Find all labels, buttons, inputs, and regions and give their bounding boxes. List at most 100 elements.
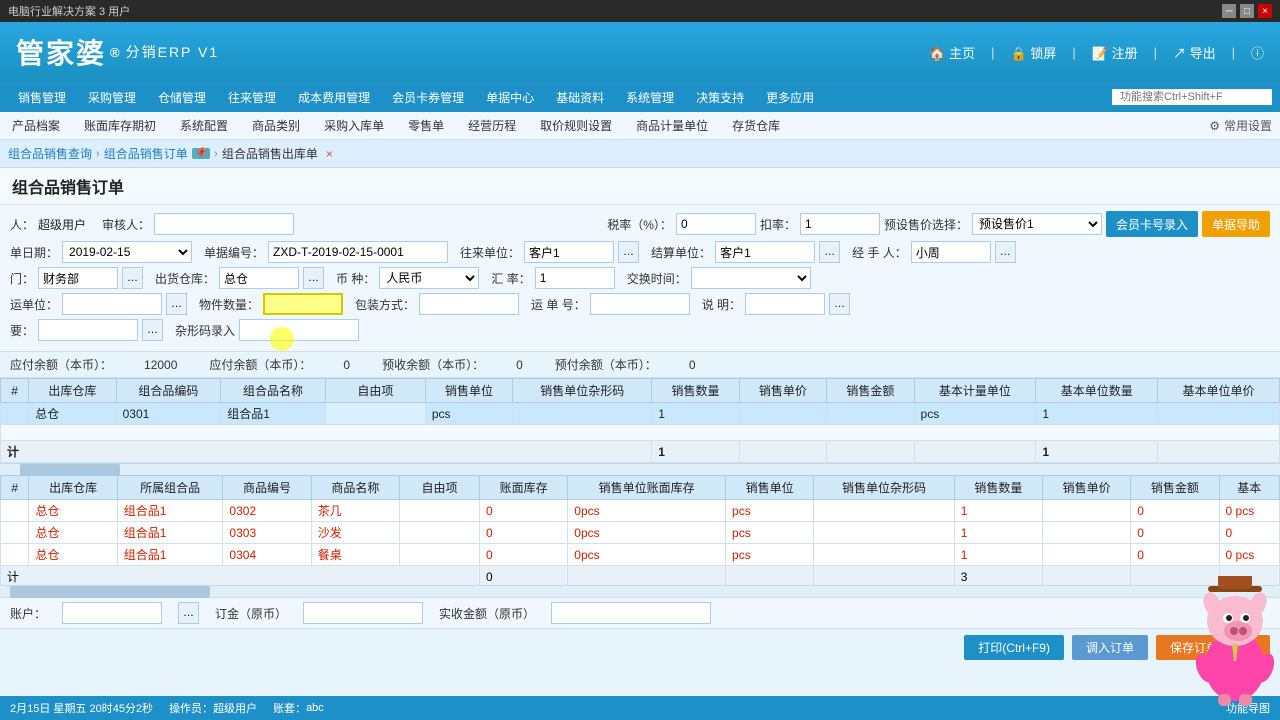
package-input[interactable] (419, 293, 519, 315)
table-row[interactable]: 总仓 0301 组合品1 pcs 1 pcs 1 (1, 403, 1280, 425)
nav-member[interactable]: 会员卡券管理 (382, 85, 474, 110)
nav-decision[interactable]: 决策支持 (686, 85, 754, 110)
reviewer-input[interactable] (154, 213, 294, 235)
nav-more[interactable]: 更多应用 (756, 85, 824, 110)
home-link[interactable]: 🏠 主页 (929, 43, 975, 62)
cell-qty: 1 (652, 403, 739, 425)
help-button[interactable]: 单据导助 (1202, 211, 1270, 237)
bottom-table-row[interactable]: 总仓 组合品1 0303 沙发 0 0pcs pcs 1 0 0 (1, 522, 1280, 544)
bcell-free (399, 544, 479, 566)
btotal-stock: 0 (479, 566, 567, 586)
bottom-table-row[interactable]: 总仓 组合品1 0304 餐桌 0 0pcs pcs 1 0 0 pcs (1, 544, 1280, 566)
nav-purchase[interactable]: 采购管理 (78, 85, 146, 110)
settle-dots-button[interactable]: … (819, 241, 840, 263)
required-input[interactable] (38, 319, 138, 341)
barcode-input[interactable] (239, 319, 359, 341)
actual-input[interactable] (551, 602, 711, 624)
subnav-history[interactable]: 经营历程 (464, 115, 520, 136)
quantity-input[interactable] (263, 293, 343, 315)
minimize-button[interactable]: ─ (1222, 4, 1236, 18)
account-dots-button[interactable]: … (178, 602, 199, 624)
export-link[interactable]: ↗ 导出 (1173, 43, 1216, 62)
subnav-unit[interactable]: 商品计量单位 (632, 115, 712, 136)
subnav-product[interactable]: 产品档案 (8, 115, 64, 136)
currency-select[interactable]: 人民币 (379, 267, 479, 289)
col-price: 销售单价 (739, 379, 826, 403)
rate-input[interactable] (535, 267, 615, 289)
bottom-scroll-thumb[interactable] (10, 586, 210, 598)
breadcrumb-current: 组合品销售出库单 (222, 145, 318, 162)
required-dots-button[interactable]: … (142, 319, 163, 341)
nav-warehouse[interactable]: 仓储管理 (148, 85, 216, 110)
discount-input[interactable] (800, 213, 880, 235)
breadcrumb-close[interactable]: × (326, 147, 333, 161)
tax-input[interactable] (676, 213, 756, 235)
bcell-combo: 组合品1 (117, 544, 223, 566)
settings-button[interactable]: ⚙ 常用设置 (1209, 117, 1272, 134)
nav-system[interactable]: 系统管理 (616, 85, 684, 110)
print-button[interactable]: 打印(Ctrl+F9) (964, 635, 1064, 660)
exchange-select[interactable] (691, 267, 811, 289)
breadcrumb-pin[interactable]: 📌 (192, 148, 210, 159)
bcell-no (1, 522, 29, 544)
settle-input[interactable] (715, 241, 815, 263)
nav-cost[interactable]: 成本费用管理 (288, 85, 380, 110)
dept-dots-button[interactable]: … (122, 267, 143, 289)
subnav-stock[interactable]: 账面库存期初 (80, 115, 160, 136)
status-right[interactable]: 功能导图 (1226, 700, 1270, 716)
transport-input[interactable] (62, 293, 162, 315)
info-link[interactable]: ⓘ (1251, 43, 1264, 62)
bcell-unit-stock: 0pcs (568, 500, 726, 522)
cell-unit: pcs (425, 403, 512, 425)
transport-dots-button[interactable]: … (166, 293, 187, 315)
warehouse-dots-button[interactable]: … (303, 267, 324, 289)
waybill-input[interactable] (590, 293, 690, 315)
order-input[interactable] (303, 602, 423, 624)
breadcrumb: 组合品销售查询 › 组合品销售订单 📌 › 组合品销售出库单 × (0, 140, 1280, 168)
subnav-inventory[interactable]: 存货仓库 (728, 115, 784, 136)
nav-relations[interactable]: 往来管理 (218, 85, 286, 110)
window-controls[interactable]: ─ □ × (1222, 4, 1272, 18)
import-button[interactable]: 调入订单 (1072, 635, 1148, 660)
bcell-unit: pcs (726, 500, 814, 522)
to-unit-input[interactable] (524, 241, 614, 263)
warehouse-input[interactable] (219, 267, 299, 289)
lock-link[interactable]: 🔒 锁屏 (1011, 43, 1057, 62)
subnav-category[interactable]: 商品类别 (248, 115, 304, 136)
to-unit-dots-button[interactable]: … (618, 241, 639, 263)
required-label: 要： (10, 322, 34, 339)
bcell-combo: 组合品1 (117, 522, 223, 544)
breadcrumb-query[interactable]: 组合品销售查询 (8, 145, 92, 162)
subnav-purchase[interactable]: 采购入库单 (320, 115, 388, 136)
top-scrollbar[interactable] (0, 463, 1280, 475)
bottom-scrollbar[interactable] (0, 585, 1280, 597)
account-input[interactable] (62, 602, 162, 624)
bcell-name: 沙发 (311, 522, 399, 544)
dept-input[interactable] (38, 267, 118, 289)
note-input[interactable] (745, 293, 825, 315)
top-scroll-thumb[interactable] (20, 464, 120, 476)
bottom-table-row[interactable]: 总仓 组合品1 0302 茶几 0 0pcs pcs 1 0 0 pcs (1, 500, 1280, 522)
nav-bills[interactable]: 单据中心 (476, 85, 544, 110)
breadcrumb-order[interactable]: 组合品销售订单 (104, 145, 188, 162)
maximize-button[interactable]: □ (1240, 4, 1254, 18)
note-dots-button[interactable]: … (829, 293, 850, 315)
save-button[interactable]: 保存订单（F6） (1156, 635, 1270, 660)
subnav-sysconfig[interactable]: 系统配置 (176, 115, 232, 136)
nav-search-input[interactable] (1112, 89, 1272, 105)
price-select[interactable]: 预设售价1 (972, 213, 1102, 235)
vip-card-button[interactable]: 会员卡号录入 (1106, 211, 1198, 237)
bcell-no (1, 544, 29, 566)
close-button[interactable]: × (1258, 4, 1272, 18)
date-select[interactable]: 2019-02-15 (62, 241, 192, 263)
handler-input[interactable] (911, 241, 991, 263)
order-no-input[interactable] (268, 241, 448, 263)
nav-sales[interactable]: 销售管理 (8, 85, 76, 110)
main-nav: 销售管理 采购管理 仓储管理 往来管理 成本费用管理 会员卡券管理 单据中心 基… (0, 82, 1280, 112)
register-link[interactable]: 📝 注册 (1092, 43, 1138, 62)
nav-basic[interactable]: 基础资料 (546, 85, 614, 110)
subnav-retail[interactable]: 零售单 (404, 115, 448, 136)
btotal-barcode (814, 566, 954, 586)
handler-dots-button[interactable]: … (995, 241, 1016, 263)
subnav-pricing[interactable]: 取价规则设置 (536, 115, 616, 136)
